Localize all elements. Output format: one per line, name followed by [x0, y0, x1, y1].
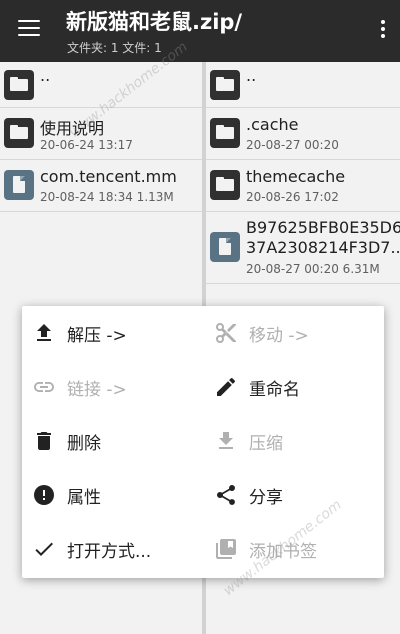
menu-item-delete[interactable]: 删除	[22, 414, 182, 468]
hamburger-menu-icon[interactable]	[18, 20, 40, 38]
check-icon	[35, 542, 53, 556]
context-menu: 解压 -> 移动 -> 链接 -> 重命名 删除 压缩 属性 分享 打开方式..…	[22, 306, 384, 578]
menu-item-label: 删除	[67, 434, 101, 454]
upload-icon	[37, 324, 51, 341]
menu-item-properties[interactable]: 属性	[22, 468, 182, 522]
menu-item-label: 重命名	[249, 380, 300, 400]
menu-item-add-bookmark[interactable]: 添加书签	[204, 522, 364, 576]
menu-item-label: 解压 ->	[67, 326, 127, 346]
menu-item-label: 移动 ->	[249, 326, 309, 346]
menu-item-link[interactable]: 链接 ->	[22, 360, 182, 414]
info-icon	[34, 485, 54, 505]
menu-item-move[interactable]: 移动 ->	[204, 306, 364, 360]
scissors-icon	[216, 323, 236, 343]
pencil-icon	[217, 377, 235, 396]
archive-title: 新版猫和老鼠.zip/	[66, 10, 243, 34]
app-toolbar: 新版猫和老鼠.zip/ 文件夹: 1 文件: 1	[0, 0, 400, 62]
menu-item-open-with[interactable]: 打开方式...	[22, 522, 182, 576]
menu-item-label: 分享	[249, 488, 283, 508]
menu-item-label: 属性	[67, 488, 101, 508]
archive-counts: 文件夹: 1 文件: 1	[67, 41, 162, 55]
menu-item-compress[interactable]: 压缩	[204, 414, 364, 468]
trash-icon	[37, 432, 51, 450]
share-icon	[216, 484, 235, 505]
menu-item-label: 打开方式...	[67, 542, 152, 562]
link-icon	[34, 382, 54, 392]
more-options-icon[interactable]	[380, 20, 386, 42]
download-icon	[219, 432, 233, 449]
bookmark-icon	[216, 539, 236, 559]
menu-item-label: 添加书签	[249, 542, 317, 562]
menu-item-rename[interactable]: 重命名	[204, 360, 364, 414]
menu-item-label: 链接 ->	[67, 380, 127, 400]
menu-item-label: 压缩	[249, 434, 283, 454]
menu-item-extract[interactable]: 解压 ->	[22, 306, 182, 360]
menu-item-share[interactable]: 分享	[204, 468, 364, 522]
